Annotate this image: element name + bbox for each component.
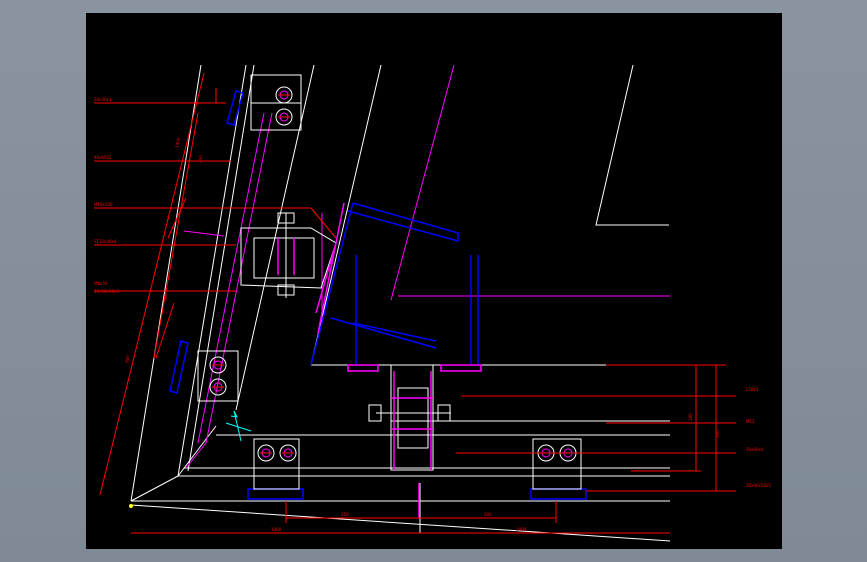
- label-a1: 20x30x3: [94, 97, 112, 102]
- origin-marker: [129, 504, 133, 508]
- dim-slope-outer: 1400: [174, 137, 181, 148]
- dimension-lines: [94, 72, 736, 534]
- bolt-heads: [209, 86, 577, 462]
- dim-right-outer: 300: [715, 430, 720, 438]
- dim-bottom-inner-right: 500: [484, 512, 492, 517]
- dim-bottom-right: 1400: [516, 527, 527, 532]
- cad-drawing: 20x30x3 40x60x5 M10x100 ST12x40x4 M8x50 …: [94, 64, 771, 542]
- bracket-bottom-right: [532, 438, 582, 490]
- dim-bottom-inner-left: 250: [341, 512, 349, 517]
- cyan-annotation: [225, 410, 252, 442]
- label-a5: M8x50: [94, 281, 108, 286]
- dim-right-inner: 180: [688, 413, 693, 421]
- label-a3: M10x100: [94, 202, 113, 207]
- cad-viewport[interactable]: 20x30x3 40x60x5 M10x100 ST12x40x4 M8x50 …: [86, 13, 782, 549]
- dim-slope-mid: 500: [162, 292, 169, 301]
- label-a2: 40x60x5: [94, 155, 112, 160]
- labels-left: 20x30x3 40x60x5 M10x100 ST12x40x4 M8x50 …: [94, 97, 119, 294]
- label-r2: M12: [746, 419, 755, 424]
- dim-slope-long: 800: [124, 354, 131, 363]
- bottom-joint: [368, 364, 451, 471]
- dim-slope-upper: 250: [197, 154, 204, 163]
- labels-right: L50x5 M12 30x60x4 30x40x50x5: [746, 387, 771, 488]
- bracket-lower-left: [197, 350, 239, 402]
- label-r1: L50x5: [746, 387, 759, 392]
- label-r3: 30x60x4: [746, 447, 764, 452]
- dimension-text: 250 500 1400 1400 180 300 1400 250 500 8…: [124, 137, 720, 532]
- label-r4: 30x40x50x5: [746, 483, 771, 488]
- dim-bottom-left: 1400: [271, 527, 282, 532]
- label-a6: 10x50x50x3: [94, 289, 119, 294]
- structure-blue: [169, 90, 587, 500]
- bracket-upper: [250, 74, 302, 131]
- detail-lines: [183, 64, 670, 469]
- label-a4: ST12x40x4: [94, 239, 117, 244]
